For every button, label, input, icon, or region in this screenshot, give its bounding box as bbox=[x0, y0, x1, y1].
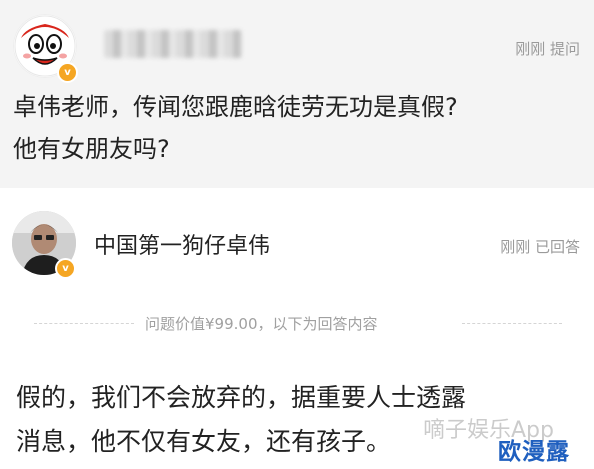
divider-line bbox=[34, 323, 134, 324]
divider-line bbox=[462, 323, 562, 324]
question-meta: 刚刚 提问 bbox=[515, 38, 580, 59]
price-label: 问题价值¥99.00，以下为回答内容 bbox=[145, 315, 378, 333]
question-line: 卓伟老师，传闻您跟鹿晗徒劳无功是真假? bbox=[13, 93, 458, 121]
price-divider: 问题价值¥99.00，以下为回答内容 bbox=[0, 310, 594, 336]
answerer-name[interactable]: 中国第一狗仔卓伟 bbox=[94, 228, 270, 260]
watermark-brand: 欧漫露 bbox=[498, 439, 570, 465]
answer-status: 已回答 bbox=[534, 238, 580, 256]
question-line: 他有女朋友吗? bbox=[13, 135, 170, 163]
asker-name-blurred bbox=[104, 30, 242, 58]
answer-meta: 刚刚 已回答 bbox=[500, 236, 580, 257]
verified-badge-icon: v bbox=[55, 258, 76, 279]
question-text: 卓伟老师，传闻您跟鹿晗徒劳无功是真假? 他有女朋友吗? bbox=[13, 86, 588, 170]
question-time: 刚刚 bbox=[515, 40, 546, 58]
verified-badge-icon: v bbox=[57, 62, 78, 83]
question-status: 提问 bbox=[549, 40, 580, 58]
answer-time: 刚刚 bbox=[500, 238, 531, 256]
